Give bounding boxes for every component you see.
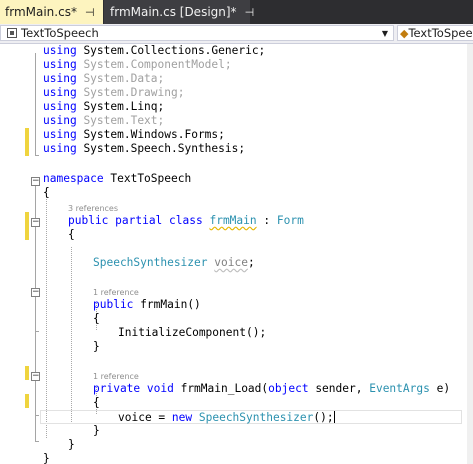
tab-frmmain-design[interactable]: frmMain.cs [Design]* ⊣ bbox=[104, 0, 254, 24]
document-tab-bar: frmMain.cs* ⊣ × frmMain.cs [Design]* ⊣ bbox=[0, 0, 473, 24]
code-line: } bbox=[93, 424, 100, 437]
code-line: using System.Collections.Generic; bbox=[43, 44, 266, 57]
code-line: using System.ComponentModel; bbox=[43, 58, 232, 71]
codelens-references[interactable]: 3 references bbox=[0, 201, 467, 215]
codelens-references[interactable]: 1 reference bbox=[0, 285, 467, 299]
code-line: using System.Drawing; bbox=[43, 86, 185, 99]
code-line: SpeechSynthesizer voice; bbox=[93, 256, 255, 269]
chevron-down-icon[interactable]: ▼ bbox=[382, 29, 388, 38]
code-line: { bbox=[93, 396, 100, 409]
code-line: public frmMain() bbox=[93, 298, 201, 311]
namespace-icon bbox=[7, 28, 17, 38]
code-editor-window: frmMain.cs* ⊣ × frmMain.cs [Design]* ⊣ T… bbox=[0, 0, 473, 464]
pin-icon[interactable]: ⊣ bbox=[245, 6, 255, 19]
code-line: { bbox=[43, 186, 50, 199]
pin-icon[interactable]: ⊣ bbox=[85, 6, 95, 19]
code-line: public partial class frmMain : Form bbox=[68, 214, 304, 227]
member-selector-value: TextToSpeech bbox=[408, 26, 473, 40]
code-line: InitializeComponent(); bbox=[118, 326, 267, 339]
navigation-bar: TextToSpeech ▼ ◆ TextToSpeech bbox=[0, 24, 473, 44]
tab-label: frmMain.cs [Design]* bbox=[110, 5, 237, 19]
code-line: using System.Text; bbox=[43, 114, 165, 127]
code-line: } bbox=[93, 340, 100, 353]
member-selector-dropdown[interactable]: ◆ TextToSpeech bbox=[397, 25, 473, 41]
code-line: using System.Data; bbox=[43, 72, 165, 85]
class-selector-dropdown[interactable]: TextToSpeech ▼ bbox=[0, 25, 394, 41]
code-line: } bbox=[43, 452, 50, 464]
code-area[interactable]: − − − − using System.Collections.Generic… bbox=[0, 44, 473, 464]
code-line: using System.Windows.Forms; bbox=[43, 128, 225, 141]
code-line: } bbox=[68, 438, 75, 451]
code-line: namespace TextToSpeech bbox=[43, 172, 192, 185]
text-cursor bbox=[333, 411, 335, 423]
code-line: private void frmMain_Load(object sender,… bbox=[93, 382, 451, 395]
code-line: { bbox=[68, 228, 75, 241]
tab-frmmain-cs[interactable]: frmMain.cs* ⊣ × bbox=[0, 0, 113, 24]
class-selector-value: TextToSpeech bbox=[21, 26, 99, 40]
current-line-highlight: voice = new SpeechSynthesizer(); bbox=[40, 410, 462, 424]
codelens-references[interactable]: 1 reference bbox=[0, 369, 467, 383]
vertical-scrollbar[interactable] bbox=[467, 44, 473, 464]
code-line: using System.Speech.Synthesis; bbox=[43, 142, 246, 155]
tab-label: frmMain.cs* bbox=[5, 5, 77, 19]
code-line: { bbox=[93, 312, 100, 325]
code-line: using System.Linq; bbox=[43, 100, 165, 113]
